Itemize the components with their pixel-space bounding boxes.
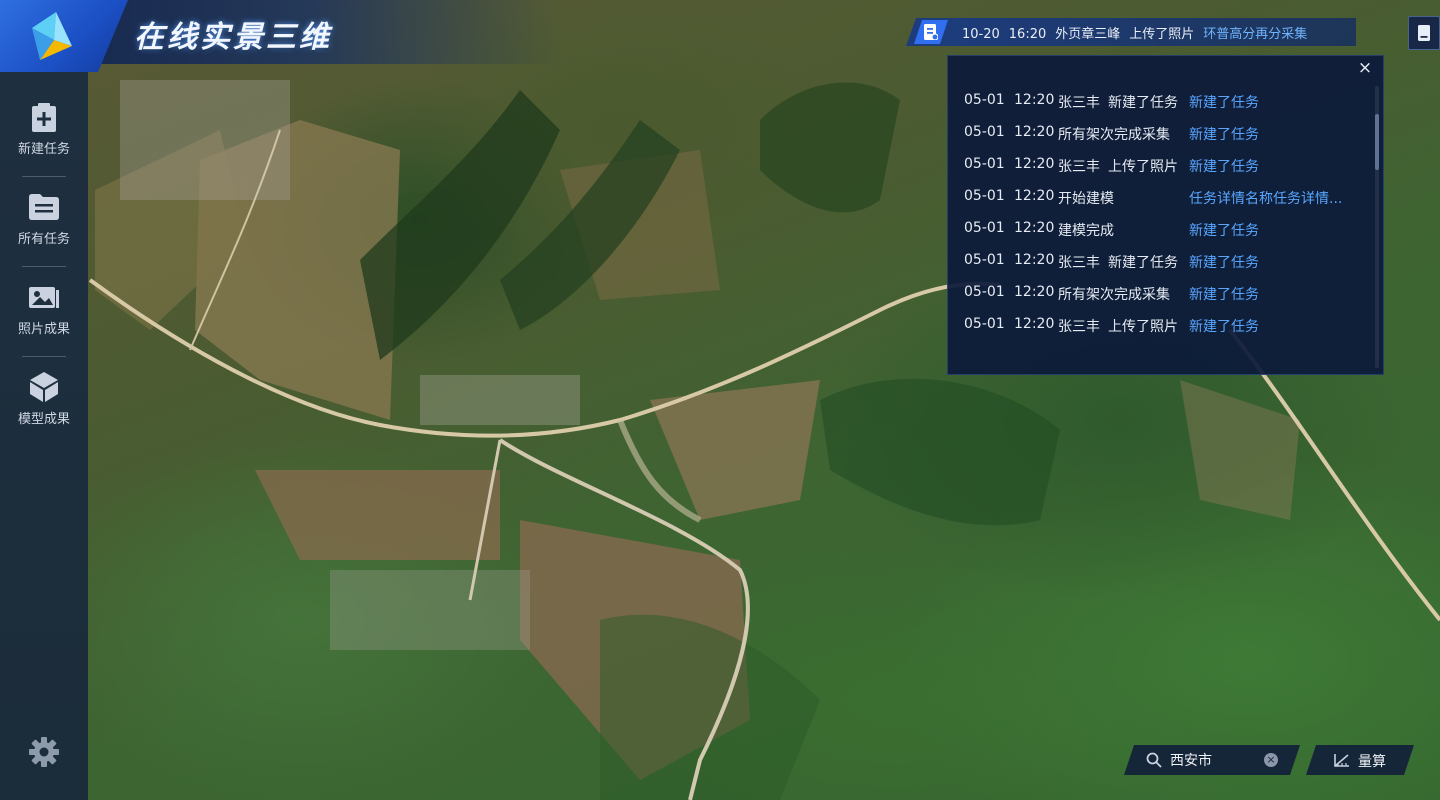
notice-user: 外页章三峰 [1055,27,1121,42]
log-link[interactable]: 新建了任务 [1189,252,1259,272]
location-search: × [1124,745,1300,775]
notification-bar[interactable]: 10-20 16:20 外页章三峰 上传了照片 环普高分再分采集 [906,18,1356,46]
log-user: 所有架次完成采集 [1058,127,1170,143]
log-link[interactable]: 新建了任务 [1189,220,1259,240]
app-title: 在线实景三维 [134,20,332,55]
new-task-icon [29,102,59,132]
sidebar-item-photos[interactable]: 照片成果 [0,252,88,342]
cube-icon [29,372,59,402]
log-user: 张三丰 [1058,255,1100,271]
log-time: 12:20 [1014,188,1055,204]
log-time: 12:20 [1014,252,1055,268]
task-list-icon [29,192,59,222]
notice-link[interactable]: 环普高分再分采集 [1203,27,1307,42]
log-date: 05-01 [964,284,1005,300]
measure-label: 量算 [1358,754,1386,770]
sidebar-item-label: 新建任务 [17,142,70,157]
log-link[interactable]: 新建了任务 [1189,316,1259,336]
ruler-icon [1334,753,1350,767]
log-time: 12:20 [1014,220,1055,236]
close-icon[interactable]: × [1355,58,1375,80]
measure-button[interactable]: 量算 [1306,745,1414,775]
log-action: 上传了照片 [1108,159,1178,175]
log-user: 建模完成 [1058,223,1114,239]
photo-icon [29,282,59,312]
log-user: 张三丰 [1058,319,1100,335]
log-time: 12:20 [1014,156,1055,172]
sidebar-item-label: 模型成果 [17,412,70,427]
log-action: 新建了任务 [1108,255,1178,271]
log-link[interactable]: 新建了任务 [1189,156,1259,176]
log-action: 上传了照片 [1108,319,1178,335]
activity-log-panel: × 05-01 12:20 张三丰 新建了任务 新建了任务 05-01 12:2… [947,55,1384,375]
log-time: 12:20 [1014,284,1055,300]
log-link[interactable]: 新建了任务 [1189,92,1259,112]
log-user: 张三丰 [1058,95,1100,111]
log-link[interactable]: 新建了任务 [1189,124,1259,144]
log-time: 12:20 [1014,92,1055,108]
log-date: 05-01 [964,92,1005,108]
sidebar: 新建任务 所有任务 照片成果 模型成果 [0,72,88,800]
notice-text: 10-20 16:20 外页章三峰 上传了照片 环普高分再分采集 [962,23,1307,42]
log-time: 12:20 [1014,124,1055,140]
search-input[interactable] [1170,750,1260,770]
search-icon[interactable] [1146,752,1162,768]
log-action: 新建了任务 [1108,95,1178,111]
scrollbar-thumb[interactable] [1375,114,1379,170]
log-date: 05-01 [964,188,1005,204]
clear-icon[interactable]: × [1264,753,1278,767]
sidebar-item-all-tasks[interactable]: 所有任务 [0,162,88,252]
notice-action: 上传了照片 [1129,27,1195,42]
log-date: 05-01 [964,252,1005,268]
notice-icon [914,20,948,44]
panel-toggle-button[interactable] [1408,16,1440,50]
log-date: 05-01 [964,156,1005,172]
gear-icon[interactable] [28,736,60,768]
app-logo-icon [32,12,72,60]
notice-date: 10-20 [962,27,1000,42]
log-user: 所有架次完成采集 [1058,287,1170,303]
app-header: 在线实景三维 [0,0,900,72]
sidebar-item-new-task[interactable]: 新建任务 [0,72,88,162]
log-link[interactable]: 任务详情名称任务详情... [1189,188,1342,208]
sidebar-item-label: 照片成果 [17,322,70,337]
log-date: 05-01 [964,316,1005,332]
log-date: 05-01 [964,220,1005,236]
document-icon [1418,25,1430,41]
log-date: 05-01 [964,124,1005,140]
sidebar-item-models[interactable]: 模型成果 [0,342,88,432]
notice-time: 16:20 [1008,27,1047,42]
log-user: 开始建模 [1058,191,1114,207]
log-link[interactable]: 新建了任务 [1189,284,1259,304]
log-time: 12:20 [1014,316,1055,332]
sidebar-item-label: 所有任务 [17,232,70,247]
log-user: 张三丰 [1058,159,1100,175]
